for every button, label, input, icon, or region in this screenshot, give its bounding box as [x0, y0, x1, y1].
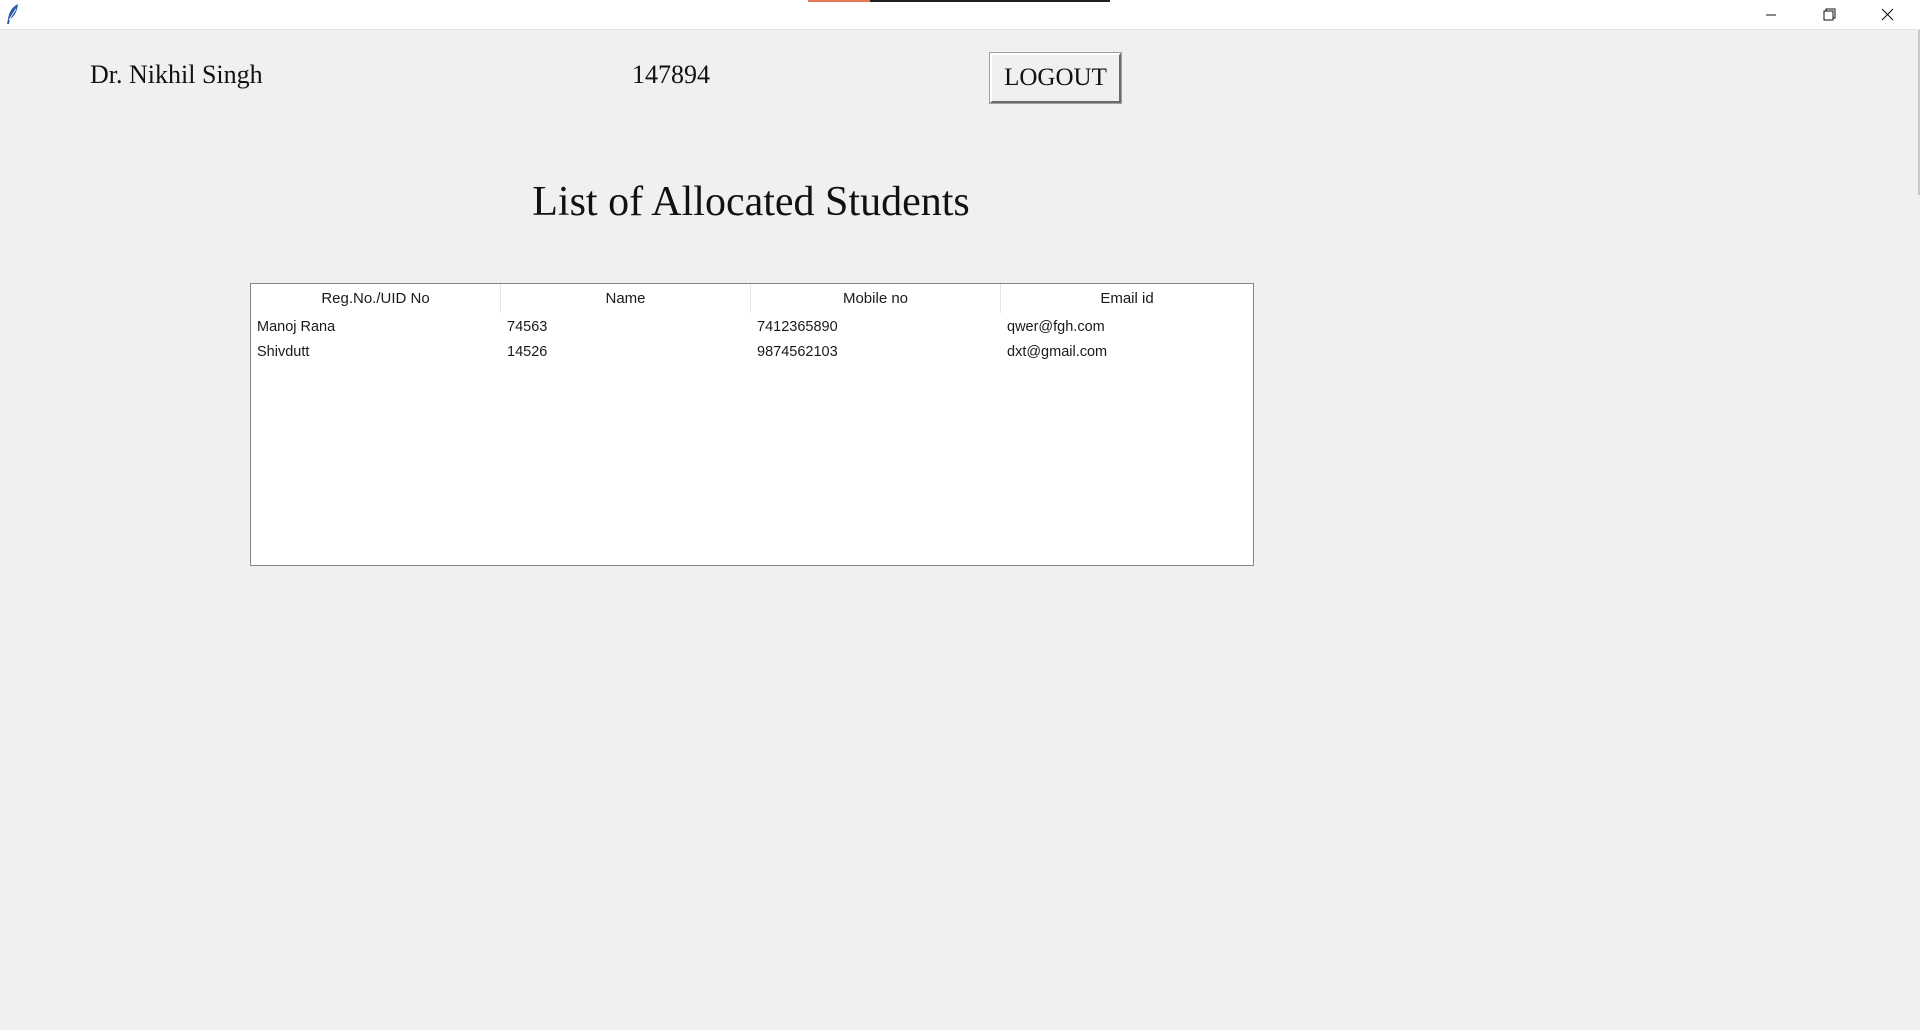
cell-email: dxt@gmail.com [1007, 343, 1108, 360]
column-header-mobile[interactable]: Mobile no [751, 284, 1001, 313]
logout-button[interactable]: LOGOUT [989, 52, 1122, 104]
column-header-email[interactable]: Email id [1001, 284, 1253, 313]
app-window: Dr. Nikhil Singh 147894 LOGOUT List of A… [0, 0, 1920, 1030]
title-accent-highlight [808, 0, 870, 2]
title-bar[interactable] [0, 0, 1920, 30]
table-body: Manoj Rana 74563 7412365890 qwer@fgh.com… [251, 313, 1253, 364]
minimize-button[interactable] [1742, 0, 1800, 29]
cell-name: 14526 [507, 343, 548, 360]
maximize-button[interactable] [1800, 0, 1858, 29]
column-header-reg-no[interactable]: Reg.No./UID No [251, 284, 501, 313]
doctor-name: Dr. Nikhil Singh [90, 60, 263, 89]
minimize-icon [1765, 9, 1777, 21]
table-header: Reg.No./UID No Name Mobile no Email id [251, 284, 1253, 313]
cell-reg-no: Shivdutt [257, 343, 310, 360]
cell-mobile: 9874562103 [757, 343, 838, 360]
feather-icon [5, 3, 21, 25]
column-header-name[interactable]: Name [501, 284, 751, 313]
cell-email: qwer@fgh.com [1007, 318, 1105, 335]
close-icon [1881, 8, 1894, 21]
table-row[interactable]: Manoj Rana 74563 7412365890 qwer@fgh.com [251, 314, 1253, 339]
doctor-id: 147894 [632, 60, 710, 89]
cell-mobile: 7412365890 [757, 318, 838, 335]
students-table[interactable]: Reg.No./UID No Name Mobile no Email id M… [250, 283, 1254, 566]
cell-name: 74563 [507, 318, 548, 335]
page-title: List of Allocated Students [532, 179, 970, 225]
cell-reg-no: Manoj Rana [257, 318, 336, 335]
restore-icon [1823, 8, 1836, 21]
close-button[interactable] [1858, 0, 1916, 29]
table-row[interactable]: Shivdutt 14526 9874562103 dxt@gmail.com [251, 339, 1253, 364]
